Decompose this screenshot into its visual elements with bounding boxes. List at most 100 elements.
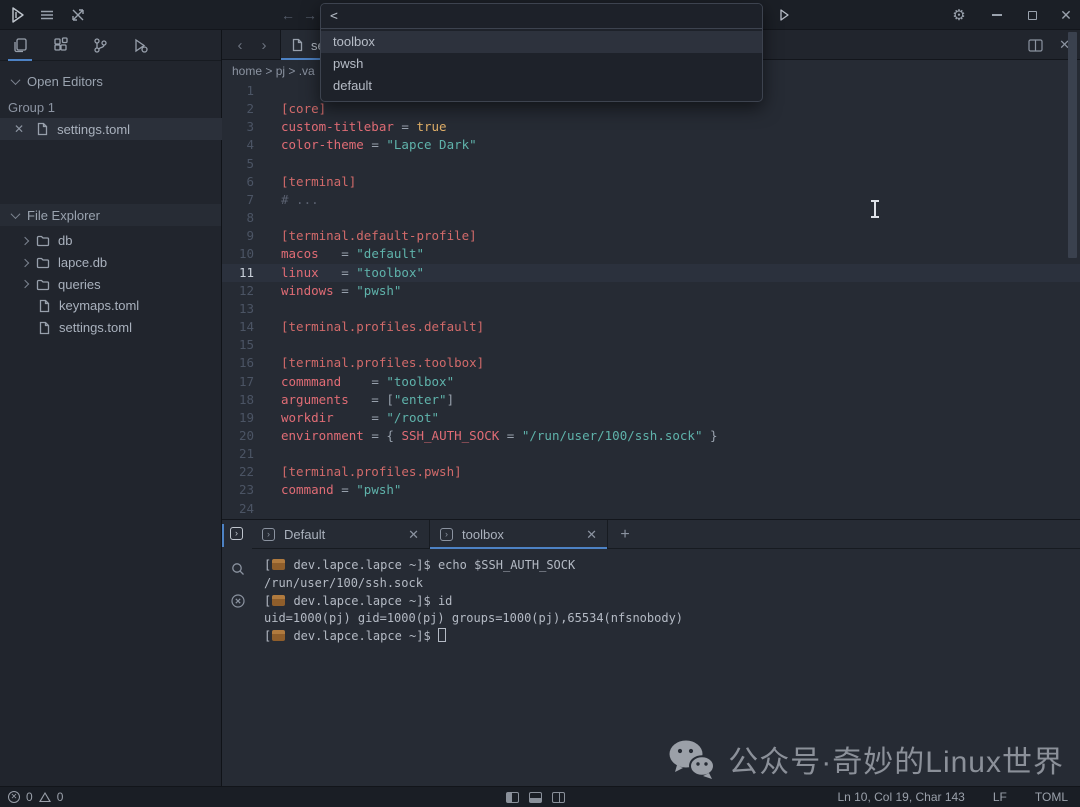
code-editor[interactable]: 12[core]3custom-titlebar = true4color-th… <box>222 82 1080 519</box>
code-line-23[interactable]: 23command = "pwsh" <box>222 481 1080 499</box>
code-line-4[interactable]: 4color-theme = "Lapce Dark" <box>222 136 1080 154</box>
warning-count-icon <box>39 792 51 802</box>
search-icon[interactable] <box>230 561 247 578</box>
code-line-3[interactable]: 3custom-titlebar = true <box>222 118 1080 136</box>
code-line-8[interactable]: 8 <box>222 209 1080 227</box>
line-number: 1 <box>222 82 262 100</box>
mouse-ibeam-cursor <box>870 200 880 218</box>
code-line-13[interactable]: 13 <box>222 300 1080 318</box>
file-explorer-label: File Explorer <box>27 208 100 223</box>
plugins-panel-tab[interactable] <box>48 30 72 61</box>
breadcrumb-path: home > pj > .va <box>232 64 315 78</box>
code-line-6[interactable]: 6[terminal] <box>222 173 1080 191</box>
code-line-21[interactable]: 21 <box>222 445 1080 463</box>
problems-summary[interactable]: ✕ 0 0 <box>0 790 63 804</box>
palette-item-toolbox[interactable]: toolbox <box>321 31 762 53</box>
history-forward-icon[interactable]: → <box>300 5 320 25</box>
folder-icon <box>36 278 50 291</box>
terminal-tab-Default[interactable]: ›Default✕ <box>252 520 430 549</box>
terminal-cursor <box>438 628 446 642</box>
warning-count: 0 <box>57 790 64 804</box>
code-line-14[interactable]: 14[terminal.profiles.default] <box>222 318 1080 336</box>
sidebar: Open Editors Group 1 ✕ settings.toml Fil… <box>0 30 222 786</box>
window-maximize-button[interactable] <box>1022 5 1042 25</box>
code-line-24[interactable]: 24 <box>222 500 1080 518</box>
run-button[interactable] <box>774 5 794 25</box>
debug-panel-tab[interactable] <box>128 30 152 61</box>
code-text: [terminal.profiles.pwsh] <box>281 463 462 481</box>
line-number: 12 <box>222 282 262 300</box>
split-editor-icon[interactable] <box>1028 39 1043 52</box>
open-editor-item-settings-toml[interactable]: ✕ settings.toml <box>0 118 222 140</box>
code-line-10[interactable]: 10macos = "default" <box>222 245 1080 263</box>
menu-icon[interactable] <box>37 5 57 25</box>
file-explorer-header[interactable]: File Explorer <box>0 204 221 226</box>
toggle-bottom-panel-icon[interactable] <box>529 792 542 803</box>
source-control-icon <box>92 37 109 54</box>
problems-icon[interactable] <box>230 593 247 610</box>
line-number: 14 <box>222 318 262 336</box>
close-icon[interactable]: ✕ <box>586 527 597 543</box>
code-line-18[interactable]: 18arguments = ["enter"] <box>222 391 1080 409</box>
window-close-button[interactable]: ✕ <box>1056 5 1076 25</box>
history-back-icon[interactable]: ← <box>278 5 298 25</box>
code-text: [terminal.profiles.toolbox] <box>281 354 484 372</box>
line-number: 10 <box>222 245 262 263</box>
toggle-right-panel-icon[interactable] <box>552 792 565 803</box>
code-line-12[interactable]: 12windows = "pwsh" <box>222 282 1080 300</box>
cursor-position[interactable]: Ln 10, Col 19, Char 143 <box>837 790 964 804</box>
code-line-11[interactable]: 11linux = "toolbox" <box>222 264 1080 282</box>
code-line-7[interactable]: 7# ... <box>222 191 1080 209</box>
code-line-5[interactable]: 5 <box>222 155 1080 173</box>
main-area: Open Editors Group 1 ✕ settings.toml Fil… <box>0 30 1080 786</box>
editor-scrollbar[interactable] <box>1068 30 1077 467</box>
nav-back-button[interactable]: ‹ <box>230 30 250 60</box>
language-mode[interactable]: TOML <box>1035 790 1068 804</box>
remote-icon[interactable] <box>68 5 88 25</box>
tree-item-lapce.db[interactable]: lapce.db <box>0 252 222 274</box>
chevron-right-icon <box>21 237 29 245</box>
source-control-panel-tab[interactable] <box>88 30 112 61</box>
tree-item-db[interactable]: db <box>0 230 222 252</box>
palette-item-pwsh[interactable]: pwsh <box>321 53 762 75</box>
open-editors-header[interactable]: Open Editors <box>0 70 221 92</box>
nav-forward-button[interactable]: › <box>254 30 274 60</box>
code-line-20[interactable]: 20environment = { SSH_AUTH_SOCK = "/run/… <box>222 427 1080 445</box>
code-line-16[interactable]: 16[terminal.profiles.toolbox] <box>222 354 1080 372</box>
line-number: 5 <box>222 155 262 173</box>
window-minimize-button[interactable] <box>987 5 1007 25</box>
status-right-group: Ln 10, Col 19, Char 143 LF TOML <box>837 790 1068 804</box>
tree-item-keymaps.toml[interactable]: keymaps.toml <box>0 295 222 317</box>
code-line-9[interactable]: 9[terminal.default-profile] <box>222 227 1080 245</box>
close-icon[interactable]: ✕ <box>14 122 24 136</box>
code-line-15[interactable]: 15 <box>222 336 1080 354</box>
palette-item-default[interactable]: default <box>321 75 762 97</box>
code-line-22[interactable]: 22[terminal.profiles.pwsh] <box>222 463 1080 481</box>
files-panel-tab[interactable] <box>8 30 32 61</box>
line-number: 21 <box>222 445 262 463</box>
code-text: [terminal] <box>281 173 356 191</box>
command-palette: < toolboxpwshdefault <box>320 3 763 102</box>
palette-input[interactable]: < <box>321 4 762 29</box>
tree-item-label: queries <box>58 277 101 292</box>
terminal-tab-toolbox[interactable]: ›toolbox✕ <box>430 520 608 549</box>
code-line-2[interactable]: 2[core] <box>222 100 1080 118</box>
code-line-17[interactable]: 17commmand = "toolbox" <box>222 373 1080 391</box>
new-terminal-button[interactable]: + <box>608 520 642 549</box>
code-text: commmand = "toolbox" <box>281 373 454 391</box>
terminal-icon: › <box>262 528 275 541</box>
close-icon[interactable]: ✕ <box>408 527 419 543</box>
tree-item-queries[interactable]: queries <box>0 273 222 295</box>
wechat-icon <box>667 738 715 780</box>
code-text: [terminal.default-profile] <box>281 227 477 245</box>
eol-indicator[interactable]: LF <box>993 790 1007 804</box>
scrollbar-thumb[interactable] <box>1068 32 1077 258</box>
line-number: 19 <box>222 409 262 427</box>
code-line-19[interactable]: 19workdir = "/root" <box>222 409 1080 427</box>
lapce-window: ← → ⚙ ✕ < toolboxpwshdefault <box>0 0 1080 807</box>
terminal-panel-icon[interactable]: › <box>230 527 247 544</box>
toggle-left-panel-icon[interactable] <box>506 792 519 803</box>
tree-item-settings.toml[interactable]: settings.toml <box>0 317 222 339</box>
open-editor-file-label: settings.toml <box>57 122 130 137</box>
settings-gear-icon[interactable]: ⚙ <box>949 5 969 25</box>
